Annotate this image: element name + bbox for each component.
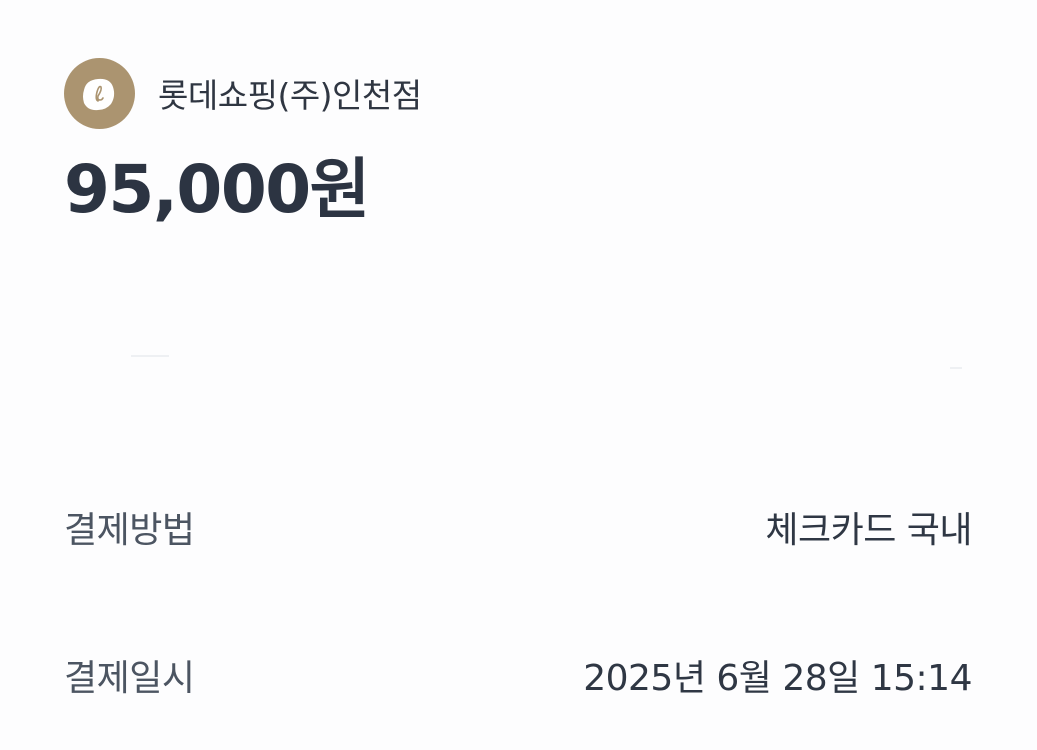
payment-method-value: 체크카드 국내 <box>765 510 972 551</box>
lotte-shopping-logo-icon <box>64 57 135 129</box>
merchant-name: 롯데쇼핑(주)인천점 <box>158 76 422 115</box>
payment-method-label: 결제방법 <box>64 510 195 551</box>
faint-divider-right <box>950 367 962 369</box>
faint-divider-left <box>131 355 169 357</box>
payment-datetime-value: 2025년 6월 28일 15:14 <box>583 658 972 699</box>
payment-datetime-label: 결제일시 <box>64 658 195 699</box>
payment-datetime-row: 결제일시 2025년 6월 28일 15:14 <box>64 645 972 705</box>
merchant-header: 롯데쇼핑(주)인천점 <box>64 57 422 129</box>
payment-method-row: 결제방법 체크카드 국내 <box>64 497 972 557</box>
payment-amount: 95,000원 <box>64 151 370 228</box>
